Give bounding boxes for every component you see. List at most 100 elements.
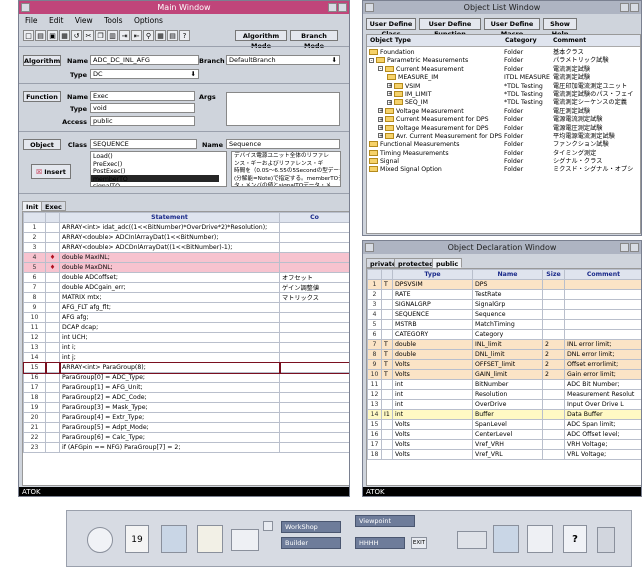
- branch-mode-button[interactable]: Branch Mode: [290, 30, 338, 50]
- help-book-icon[interactable]: ?: [563, 525, 587, 553]
- object-declaration-titlebar[interactable]: Object Declaration Window: [363, 241, 641, 254]
- declaration-row[interactable]: 14 I1 int Buffer Data Buffer: [367, 409, 641, 420]
- comment-cell[interactable]: ADC Span limit;: [564, 419, 641, 430]
- comment-cell[interactable]: DNL error limit;: [564, 349, 641, 360]
- cut-icon[interactable]: ✂: [83, 30, 94, 41]
- statement-row[interactable]: 7 double ADCgain_err; ゲイン調整値: [23, 282, 349, 293]
- statement-cell[interactable]: double MaxINL;: [59, 252, 280, 263]
- find-icon[interactable]: ⚲: [143, 30, 154, 41]
- outdent-icon[interactable]: ⇤: [131, 30, 142, 41]
- tree-item[interactable]: + Voltage Measurement for DPS Folder 電源電圧測定…: [369, 124, 640, 133]
- declaration-row[interactable]: 5 MSTRB MatchTiming: [367, 319, 641, 330]
- comment-cell[interactable]: ゲイン調整値: [279, 282, 349, 293]
- name-cell[interactable]: Sequence: [472, 309, 543, 320]
- statement-cell[interactable]: ParaGroup[6] = Calc_Type;: [59, 432, 280, 443]
- algorithm-mode-button[interactable]: Algorithm Mode: [235, 30, 287, 50]
- tab-exec[interactable]: Exec: [41, 201, 66, 211]
- size-cell[interactable]: [542, 399, 565, 410]
- expand-toggle-icon[interactable]: -: [378, 66, 383, 72]
- new-file-icon[interactable]: □: [23, 30, 34, 41]
- type-cell[interactable]: CATEGORY: [392, 329, 473, 340]
- type-cell[interactable]: SEQUENCE: [392, 309, 473, 320]
- branch-select[interactable]: DefaultBranch ⬇: [226, 55, 340, 65]
- name-cell[interactable]: Resolution: [472, 389, 543, 400]
- comment-cell[interactable]: [279, 252, 349, 263]
- args-field[interactable]: [226, 92, 340, 126]
- tree-item[interactable]: Functional Measurements Folder ファンクション試験: [369, 141, 640, 149]
- file-manager-icon[interactable]: [161, 525, 187, 553]
- comment-cell[interactable]: Measurement Resolut: [564, 389, 641, 400]
- name-cell[interactable]: BitNumber: [472, 379, 543, 390]
- type-cell[interactable]: int: [392, 399, 473, 410]
- help-icon[interactable]: ?: [179, 30, 190, 41]
- name-cell[interactable]: OFFSET_limit: [472, 359, 543, 370]
- app-manager-icon[interactable]: [527, 525, 553, 553]
- name-cell[interactable]: Vref_VRH: [472, 439, 543, 450]
- size-cell[interactable]: 2: [542, 339, 565, 350]
- comment-cell[interactable]: [279, 392, 349, 403]
- statement-row[interactable]: 1 ARRAY<int> idat_adc((1<<BitNumber)*Over…: [23, 222, 349, 233]
- declaration-row[interactable]: 10 T Volts GAIN_limit 2 Gain error limit;: [367, 369, 641, 380]
- window-menu-button[interactable]: [365, 3, 374, 12]
- comment-cell[interactable]: [564, 289, 641, 300]
- minimize-button[interactable]: [620, 3, 629, 12]
- declaration-row[interactable]: 2 RATE TestRate: [367, 289, 641, 300]
- comment-cell[interactable]: Input Over Drive L: [564, 399, 641, 410]
- size-cell[interactable]: [542, 449, 565, 460]
- size-cell[interactable]: [542, 319, 565, 330]
- function-button[interactable]: Function: [23, 91, 61, 102]
- statement-cell[interactable]: ARRAY<double> ADCDnlArrayDat((1<<BitNumb…: [59, 242, 280, 253]
- comment-cell[interactable]: [279, 222, 349, 233]
- comment-cell[interactable]: [279, 352, 349, 363]
- expand-toggle-icon[interactable]: +: [378, 125, 383, 131]
- declaration-row[interactable]: 1 T DPSVSIM DPS: [367, 279, 641, 290]
- declaration-row[interactable]: 6 CATEGORY Category: [367, 329, 641, 340]
- type-cell[interactable]: SIGNALGRP: [392, 299, 473, 310]
- tree-item[interactable]: Mixed Signal Option Folder ミクスド・シグナル・オプシ: [369, 166, 640, 174]
- comment-column-header[interactable]: Co: [279, 212, 349, 223]
- name-cell[interactable]: CenterLevel: [472, 429, 543, 440]
- comment-cell[interactable]: [279, 432, 349, 443]
- statement-cell[interactable]: ParaGroup[3] = Mask_Type;: [59, 402, 280, 413]
- menu-file[interactable]: File: [25, 16, 38, 25]
- menu-tools[interactable]: Tools: [104, 16, 122, 25]
- statement-row[interactable]: 6 double ADCoffset; オフセット: [23, 272, 349, 283]
- declaration-row[interactable]: 17 Volts Vref_VRH VRH Voltage;: [367, 439, 641, 450]
- comment-cell[interactable]: [279, 302, 349, 313]
- statement-cell[interactable]: double ADCoffset;: [59, 272, 280, 283]
- statement-row[interactable]: 21 ParaGroup[5] = Adpt_Mode;: [23, 422, 349, 433]
- object-button[interactable]: Object: [23, 139, 61, 150]
- maximize-button[interactable]: [630, 3, 639, 12]
- algorithm-button[interactable]: Algorithm: [23, 55, 61, 66]
- statement-cell[interactable]: int j;: [59, 352, 280, 363]
- type-column-header[interactable]: Type: [392, 269, 473, 280]
- name-cell[interactable]: MatchTiming: [472, 319, 543, 330]
- indent-icon[interactable]: ⇥: [119, 30, 130, 41]
- comment-cell[interactable]: [279, 232, 349, 243]
- expand-toggle-icon[interactable]: +: [387, 91, 392, 97]
- comment-cell[interactable]: [279, 402, 349, 413]
- category-column-header[interactable]: Category: [505, 35, 537, 46]
- statement-cell[interactable]: ParaGroup[1] = AFG_Unit;: [59, 382, 280, 393]
- statement-row[interactable]: 11 DCAP dcap;: [23, 322, 349, 333]
- chevron-down-icon[interactable]: ⬇: [332, 56, 337, 64]
- declaration-row[interactable]: 15 Volts SpanLevel ADC Span limit;: [367, 419, 641, 430]
- clock-icon[interactable]: [87, 527, 113, 553]
- statement-cell[interactable]: DCAP dcap;: [59, 322, 280, 333]
- statement-cell[interactable]: ParaGroup[2] = ADC_Code;: [59, 392, 280, 403]
- grid-icon[interactable]: ▦: [155, 30, 166, 41]
- name-cell[interactable]: DPS: [472, 279, 543, 290]
- comment-column-header[interactable]: Comment: [564, 269, 641, 280]
- type-select[interactable]: DC ⬇: [90, 69, 199, 79]
- name-cell[interactable]: Vref_VRL: [472, 449, 543, 460]
- statement-cell[interactable]: double ADCgain_err;: [59, 282, 280, 293]
- comment-cell[interactable]: [279, 442, 349, 453]
- statement-row[interactable]: 18 ParaGroup[2] = ADC_Code;: [23, 392, 349, 403]
- type-cell[interactable]: int: [392, 389, 473, 400]
- tree-item[interactable]: - Parametric Measurements Folder パラメトリック試験: [369, 57, 640, 65]
- expand-toggle-icon[interactable]: -: [369, 57, 374, 63]
- name-cell[interactable]: TestRate: [472, 289, 543, 300]
- statement-cell[interactable]: ARRAY<int> idat_adc((1<<BitNumber)*OverD…: [59, 222, 280, 233]
- type-cell[interactable]: RATE: [392, 289, 473, 300]
- statement-cell[interactable]: ARRAY<double> ADCInlArrayDat(1<<BitNumbe…: [59, 232, 280, 243]
